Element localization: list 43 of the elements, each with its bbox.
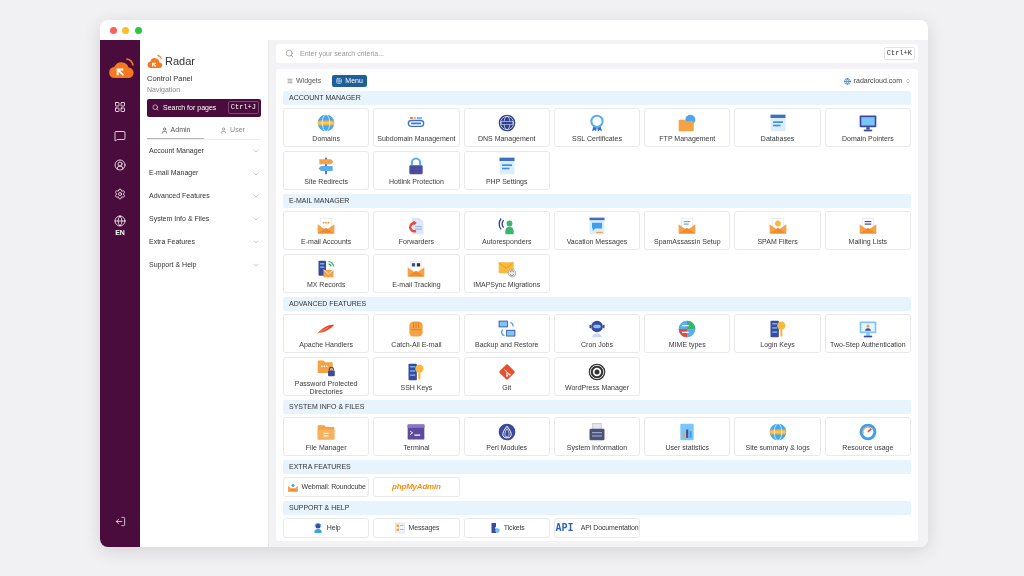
- headset-person-icon: [311, 522, 324, 534]
- circle-logo-icon: [587, 361, 607, 382]
- cloud-logo-icon[interactable]: [106, 58, 134, 78]
- folder-icon: [677, 112, 698, 133]
- window-close-icon[interactable]: [109, 26, 117, 34]
- radar-logo-icon: [147, 55, 162, 68]
- envelope-icon: [677, 215, 698, 236]
- envelope-icon: [286, 481, 299, 493]
- monitors-icon: [496, 318, 517, 339]
- color-wheel-icon: [677, 318, 698, 339]
- globe-icon: [496, 112, 517, 133]
- logout-icon[interactable]: [114, 516, 126, 527]
- search-icon: [152, 104, 159, 111]
- api-logo: API: [555, 523, 574, 533]
- printer-icon: [587, 421, 607, 442]
- globe-icon[interactable]: [114, 215, 126, 227]
- badge-icon: [587, 112, 607, 133]
- robot-icon: [587, 318, 607, 339]
- message-list-icon: [393, 522, 406, 534]
- globe-icon: [316, 112, 337, 133]
- settings-icon[interactable]: [114, 188, 126, 200]
- user-icon[interactable]: [114, 159, 126, 171]
- document-arrow-icon: [406, 215, 427, 236]
- dashboard-grid-icon[interactable]: [114, 101, 126, 113]
- gauge-icon: [857, 421, 878, 442]
- globe-icon: [767, 421, 788, 442]
- server-envelope-icon: [316, 258, 337, 279]
- chat-icon[interactable]: [114, 130, 126, 142]
- up-down-chevron-icon: [905, 78, 911, 84]
- grid-icon: [336, 78, 343, 84]
- chat-window-icon: [587, 215, 607, 236]
- onion-icon: [496, 421, 517, 442]
- brand-name: Radar: [165, 56, 195, 67]
- person-icon: [220, 126, 228, 134]
- person-signal-icon: [496, 215, 517, 236]
- envelope-icon: [316, 215, 337, 236]
- person-icon: [160, 126, 168, 134]
- list-icon: [287, 78, 293, 84]
- envelope-icon: [857, 215, 878, 236]
- search-icon: [285, 49, 294, 58]
- envelope-icon: [767, 215, 788, 236]
- envelope-icon: [406, 258, 427, 279]
- globe-icon: [843, 77, 851, 85]
